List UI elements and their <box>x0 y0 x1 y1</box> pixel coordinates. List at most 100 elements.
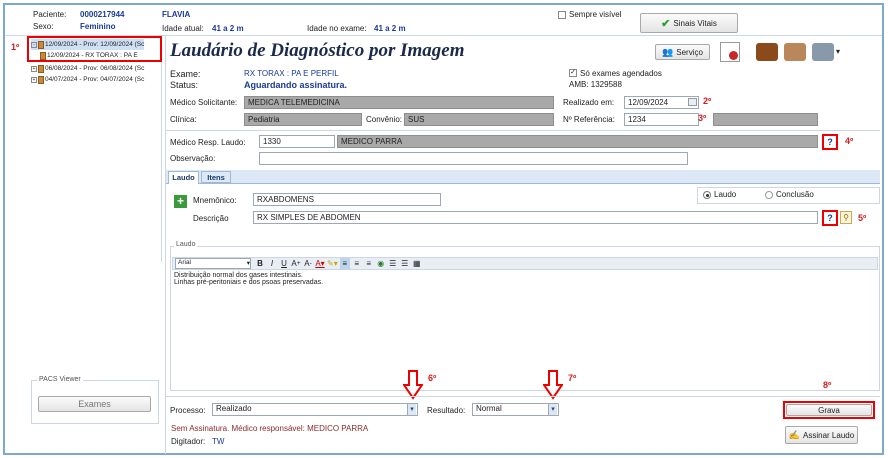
search-icon[interactable]: ⚲ <box>840 211 852 224</box>
ordered-list-icon[interactable]: ☰ <box>388 258 398 269</box>
descricao-label: Descrição <box>193 214 229 223</box>
annotation-6: 6º <box>428 373 437 383</box>
always-visible-checkbox[interactable] <box>558 11 566 19</box>
radio-conclusao-label: Conclusão <box>776 190 814 199</box>
annotation-5: 5º <box>858 213 867 223</box>
resultado-value: Normal <box>476 404 502 413</box>
help-icon-descricao[interactable]: ? <box>822 210 838 226</box>
chevron-down-icon: ▾ <box>407 404 416 415</box>
italic-icon[interactable]: I <box>267 258 277 269</box>
exames-button[interactable]: Exames <box>38 396 151 412</box>
patient-name: FLAVIA <box>162 10 191 19</box>
align-right-icon[interactable]: ≡ <box>364 258 374 269</box>
align-left-icon[interactable]: ≡ <box>339 258 350 269</box>
tree-item-4[interactable]: +04/07/2024 - Prov: 04/07/2024 (Sc <box>31 74 144 85</box>
age-value: 41 a 2 m <box>212 24 244 33</box>
chevron-down-icon: ▾ <box>548 404 557 415</box>
font-shrink-icon[interactable]: A- <box>303 258 313 269</box>
font-select-value: Arial <box>178 259 192 266</box>
tab-laudo[interactable]: Laudo <box>168 171 199 184</box>
font-color-icon[interactable]: A▾ <box>315 258 325 269</box>
underline-icon[interactable]: U <box>279 258 289 269</box>
descricao-field[interactable]: RX SIMPLES DE ABDOMEN <box>253 211 818 224</box>
clinica-label: Clínica: <box>170 115 197 124</box>
editor-line-2: Linhas pré-peritoniais e dos psoas prese… <box>174 279 324 286</box>
obs-field[interactable] <box>259 152 688 165</box>
obs-label: Observação: <box>170 154 216 163</box>
patient-sex-label: Sexo: <box>33 22 54 31</box>
only-scheduled-label: Só exames agendados <box>580 69 662 78</box>
font-grow-icon[interactable]: A + <box>291 258 301 269</box>
exam-label: Exame: <box>170 69 201 79</box>
collapse-icon: - <box>31 41 37 48</box>
clinica-field[interactable]: Pediatria <box>244 113 362 126</box>
more-dropdown-icon[interactable]: ▾ <box>836 47 840 56</box>
help-icon-resp[interactable]: ? <box>822 134 838 150</box>
annotation-1: 1º <box>11 42 20 52</box>
mnemonico-field[interactable]: RXABDOMENS <box>253 193 441 206</box>
digitador-value: TW <box>212 437 225 446</box>
servico-label: Serviço <box>676 47 703 57</box>
clipboard-icon[interactable] <box>784 43 806 61</box>
briefcase-icon[interactable] <box>756 43 778 61</box>
editor-content[interactable]: Distribuição normal dos gases intestinai… <box>172 270 878 389</box>
table-icon[interactable]: ▦ <box>412 258 422 269</box>
tree-item-label: 12/09/2024 - RX TORAX : PA E <box>47 52 138 59</box>
folder-icon <box>38 75 44 84</box>
resp-name-field[interactable]: MEDICO PARRA <box>337 135 818 148</box>
resultado-select[interactable]: Normal ▾ <box>472 403 559 416</box>
tree-item-label: 12/09/2024 - Prov: 12/09/2024 (Sc <box>45 41 145 48</box>
highlight-icon[interactable]: ✎▾ <box>327 258 338 269</box>
bold-icon[interactable]: B <box>255 258 265 269</box>
digitador-label: Digitador: <box>171 437 206 446</box>
radio-laudo[interactable] <box>703 191 711 199</box>
status-value: Aguardando assinatura. <box>244 80 348 90</box>
annotation-4: 4º <box>845 136 854 146</box>
radio-conclusao[interactable] <box>765 191 773 199</box>
align-center-icon[interactable]: ≡ <box>352 258 362 269</box>
tree-item-label: 06/08/2024 - Prov: 06/08/2024 (Sc <box>45 65 145 72</box>
date-picker-icon[interactable] <box>688 98 697 106</box>
tree-item-label: 04/07/2024 - Prov: 04/07/2024 (Sc <box>45 76 145 83</box>
editor-section-label: Laudo <box>174 241 198 248</box>
calendar-icon[interactable] <box>720 42 740 62</box>
editor-toolbar: Arial ▾ B I U A + A- A▾ ✎▾ ≡ ≡ ≡ ◉ ☰ ☰ ▦ <box>172 257 878 270</box>
patient-id: 0000217944 <box>80 10 125 19</box>
tree-item-3[interactable]: +06/08/2024 - Prov: 06/08/2024 (Sc <box>31 63 144 74</box>
status-label: Status: <box>170 80 199 90</box>
printer-icon[interactable] <box>812 43 834 61</box>
convenio-field[interactable]: SUS <box>404 113 554 126</box>
check-icon: ✔ <box>661 17 671 30</box>
expand-icon: + <box>31 76 37 83</box>
folder-icon <box>38 40 44 49</box>
patient-sex: Feminino <box>80 22 116 31</box>
resp-label: Médico Resp. Laudo: <box>170 138 246 147</box>
signature-status: Sem Assinatura. Médico responsável: MEDI… <box>171 424 369 433</box>
resp-code-field[interactable]: 1330 <box>259 135 335 148</box>
medico-label: Médico Solicitante: <box>170 98 238 107</box>
assinar-button[interactable]: ✍ Assinar Laudo <box>785 426 858 444</box>
medico-field[interactable]: MEDICA TELEMEDICINA <box>244 96 554 109</box>
signature-icon: ✍ <box>788 429 801 440</box>
tab-itens[interactable]: Itens <box>201 171 231 183</box>
tree-item-1[interactable]: - 12/09/2024 - Prov: 12/09/2024 (Sc <box>31 39 145 50</box>
pacs-label: PACS Viewer <box>37 376 83 383</box>
resultado-label: Resultado: <box>427 406 466 415</box>
bullet-list-icon[interactable]: ☰ <box>400 258 410 269</box>
processo-select[interactable]: Realizado ▾ <box>212 403 418 416</box>
age-exam-value: 41 a 2 m <box>374 24 406 33</box>
only-scheduled-checkbox[interactable]: ✓ <box>569 69 577 77</box>
referencia-field[interactable]: 1234 <box>624 113 699 126</box>
age-label: Idade atual: <box>162 24 204 33</box>
tab-strip <box>166 170 880 184</box>
tree-item-2[interactable]: 12/09/2024 - RX TORAX : PA E <box>40 50 138 61</box>
font-select[interactable]: Arial ▾ <box>175 258 251 269</box>
grava-button[interactable]: Grava <box>786 404 872 416</box>
document-icon <box>40 51 46 60</box>
insert-image-icon[interactable]: ◉ <box>376 258 386 269</box>
servico-button[interactable]: 👥 Serviço <box>655 44 710 60</box>
annotation-8: 8º <box>823 380 832 390</box>
add-icon[interactable]: + <box>174 195 187 208</box>
vitals-button[interactable]: ✔ Sinais Vitais <box>640 13 738 33</box>
annotation-7: 7º <box>568 373 577 383</box>
